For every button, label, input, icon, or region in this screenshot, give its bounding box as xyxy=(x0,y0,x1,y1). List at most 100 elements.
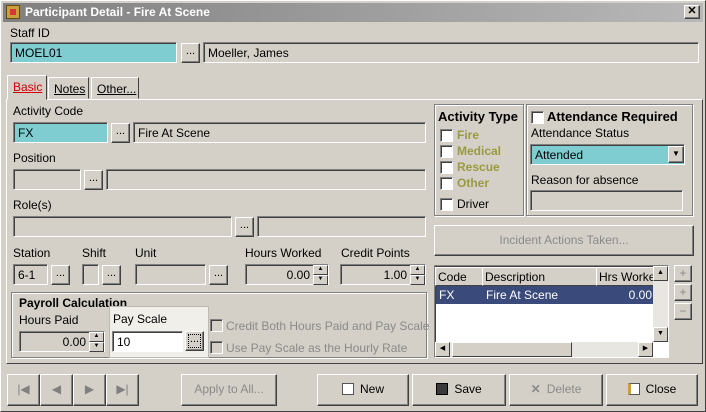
use-pay-scale-checkbox[interactable] xyxy=(210,341,223,354)
spin-down-icon[interactable]: ▼ xyxy=(89,342,104,352)
tab-basic[interactable]: Basic xyxy=(7,75,47,100)
grid-horizontal-scrollbar[interactable]: ◀ ▶ xyxy=(435,342,653,357)
staff-name-field: Moeller, James xyxy=(203,42,699,63)
new-button[interactable]: New xyxy=(317,374,409,406)
reason-absence-input[interactable] xyxy=(530,190,683,211)
position-input[interactable] xyxy=(13,169,81,190)
save-button-label: Save xyxy=(454,382,482,396)
activity-type-title: Activity Type xyxy=(438,109,518,124)
credit-both-checkbox[interactable] xyxy=(210,319,223,332)
position-description-field xyxy=(106,169,426,190)
fire-label: Fire xyxy=(457,128,480,142)
delete-button-label: Delete xyxy=(546,382,582,396)
medical-checkbox[interactable] xyxy=(440,145,453,158)
other-checkbox[interactable] xyxy=(440,177,453,190)
attendance-status-label: Attendance Status xyxy=(531,126,630,140)
attendance-required-checkbox[interactable] xyxy=(531,111,544,124)
grid-header-code[interactable]: Code xyxy=(435,267,483,286)
next-record-button[interactable]: ▶ xyxy=(73,374,106,406)
scroll-thumb[interactable] xyxy=(452,342,572,357)
spin-down-icon[interactable]: ▼ xyxy=(313,275,328,285)
last-record-button[interactable]: ▶| xyxy=(106,374,139,406)
credit-points-label: Credit Points xyxy=(341,246,410,260)
new-document-icon xyxy=(341,383,354,395)
staff-id-label: Staff ID xyxy=(10,26,50,40)
grid-header-description[interactable]: Description xyxy=(482,267,597,286)
close-window-button[interactable]: ✕ xyxy=(684,5,700,19)
station-input[interactable]: 6-1 xyxy=(13,264,48,285)
activity-description-field: Fire At Scene xyxy=(133,122,426,143)
add-multiple-button[interactable]: + xyxy=(674,284,692,301)
fire-checkbox[interactable] xyxy=(440,129,453,142)
roles-label: Role(s) xyxy=(13,198,52,212)
shift-lookup-button[interactable]: ... xyxy=(102,265,121,285)
unit-lookup-button[interactable]: ... xyxy=(209,265,228,285)
roles-lookup-button[interactable]: ... xyxy=(235,217,254,237)
hours-paid-label: Hours Paid xyxy=(19,313,79,327)
incident-actions-button[interactable]: Incident Actions Taken... xyxy=(434,225,694,256)
grid-cell-hours: 0.00 xyxy=(628,288,652,302)
table-row[interactable]: FX Fire At Scene 0.00 xyxy=(436,286,654,304)
attendance-required-label: Attendance Required xyxy=(547,109,678,124)
grid-cell-code: FX xyxy=(439,288,455,302)
app-icon xyxy=(6,5,20,19)
spin-down-icon[interactable]: ▼ xyxy=(410,275,425,285)
pay-scale-lookup-button[interactable]: ... xyxy=(185,331,204,351)
activity-code-label: Activity Code xyxy=(13,104,84,118)
save-button[interactable]: Save xyxy=(412,374,506,406)
shift-input[interactable] xyxy=(82,264,99,285)
station-lookup-button[interactable]: ... xyxy=(51,265,70,285)
tab-other[interactable]: Other... xyxy=(91,77,139,99)
roles-input[interactable] xyxy=(13,216,232,237)
scroll-up-icon[interactable]: ▲ xyxy=(653,266,668,281)
chevron-down-icon[interactable]: ▼ xyxy=(668,146,684,163)
close-button[interactable]: Close xyxy=(606,374,698,406)
rescue-checkbox[interactable] xyxy=(440,161,453,174)
grid-vertical-scrollbar[interactable]: ▲ ▼ xyxy=(653,266,668,342)
tab-notes[interactable]: Notes xyxy=(48,77,89,99)
exit-door-icon xyxy=(627,383,640,395)
driver-label: Driver xyxy=(457,197,489,211)
delete-x-icon: ✕ xyxy=(530,382,541,396)
new-button-label: New xyxy=(359,382,384,396)
spin-up-icon[interactable]: ▲ xyxy=(410,265,425,275)
driver-checkbox[interactable] xyxy=(440,198,453,211)
grid-header-hours[interactable]: Hrs Worked xyxy=(596,267,656,286)
title-bar[interactable]: Participant Detail - Fire At Scene xyxy=(3,3,703,22)
use-pay-scale-label: Use Pay Scale as the Hourly Rate xyxy=(226,341,408,355)
staff-id-input[interactable]: MOEL01 xyxy=(10,42,177,63)
delete-button[interactable]: ✕ Delete xyxy=(509,374,603,406)
activity-code-input[interactable]: FX xyxy=(13,122,108,143)
staff-lookup-button[interactable]: ... xyxy=(181,43,200,63)
rescue-label: Rescue xyxy=(457,160,500,174)
position-lookup-button[interactable]: ... xyxy=(84,170,103,190)
spin-up-icon[interactable]: ▲ xyxy=(313,265,328,275)
shift-label: Shift xyxy=(82,246,107,260)
add-row-button[interactable]: + xyxy=(674,265,692,282)
remove-row-button[interactable]: − xyxy=(674,303,692,320)
spin-up-icon[interactable]: ▲ xyxy=(89,332,104,342)
activity-code-lookup-button[interactable]: ... xyxy=(111,123,130,143)
save-disk-icon xyxy=(436,383,449,395)
scroll-right-icon[interactable]: ▶ xyxy=(638,342,653,357)
position-label: Position xyxy=(13,151,56,165)
hours-worked-label: Hours Worked xyxy=(245,246,322,260)
other-label: Other xyxy=(457,176,490,190)
medical-label: Medical xyxy=(457,144,502,158)
pay-scale-label: Pay Scale xyxy=(113,312,168,326)
credit-both-label: Credit Both Hours Paid and Pay Scale xyxy=(226,319,430,333)
grid-cell-description: Fire At Scene xyxy=(486,288,559,302)
scroll-left-icon[interactable]: ◀ xyxy=(435,342,450,357)
previous-record-button[interactable]: ◀ xyxy=(40,374,73,406)
pay-scale-input[interactable]: 10 xyxy=(112,331,183,352)
first-record-button[interactable]: |◀ xyxy=(7,374,40,406)
attendance-status-select[interactable]: Attended xyxy=(530,144,685,165)
participant-detail-window: Participant Detail - Fire At Scene ✕ Sta… xyxy=(0,0,706,412)
station-label: Station xyxy=(13,246,51,260)
unit-input[interactable] xyxy=(135,264,206,285)
window-title: Participant Detail - Fire At Scene xyxy=(25,5,210,19)
apply-to-all-button[interactable]: Apply to All... xyxy=(181,374,277,406)
close-button-label: Close xyxy=(645,382,677,396)
scroll-down-icon[interactable]: ▼ xyxy=(653,327,668,342)
unit-label: Unit xyxy=(135,246,157,260)
